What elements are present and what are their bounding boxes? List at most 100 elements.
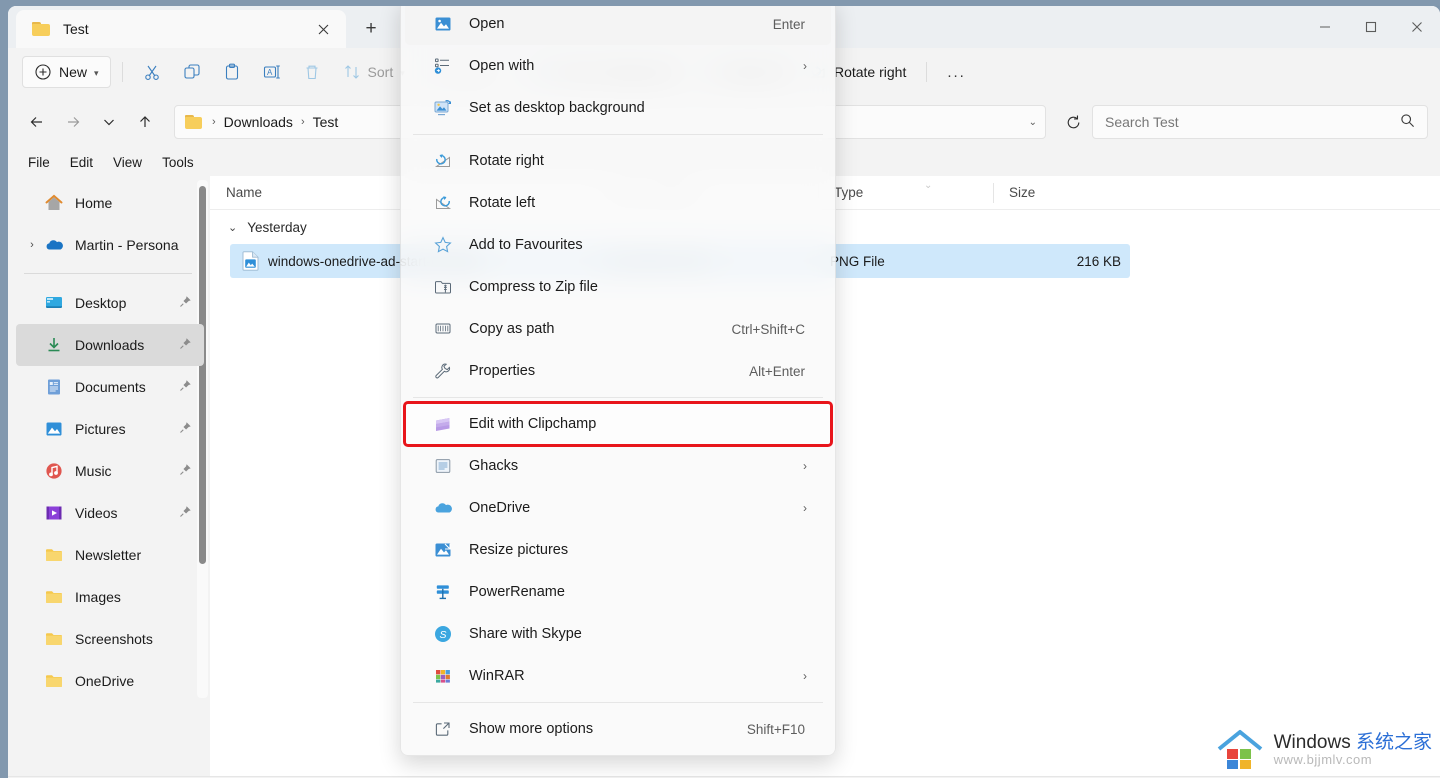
more-options-button[interactable]: ... xyxy=(938,56,975,88)
context-menu-item-winrar[interactable]: WinRAR › xyxy=(405,655,831,697)
sidebar-item-downloads[interactable]: Downloads xyxy=(16,324,204,366)
context-menu-item-edit-with-clipchamp[interactable]: Edit with Clipchamp xyxy=(403,401,833,447)
clipchamp-icon xyxy=(433,414,453,434)
sidebar-item-newsletter[interactable]: Newsletter xyxy=(16,534,204,576)
menu-view[interactable]: View xyxy=(105,153,150,172)
column-header-type[interactable]: Type xyxy=(818,176,993,210)
sidebar-item-home[interactable]: Home xyxy=(16,182,204,224)
new-tab-button[interactable]: + xyxy=(356,15,386,43)
skype-icon: S xyxy=(433,624,453,644)
show-more-icon xyxy=(433,719,453,739)
breadcrumb-downloads[interactable]: Downloads xyxy=(224,114,293,130)
delete-button[interactable] xyxy=(294,56,330,88)
rotate-right-label: Rotate right xyxy=(833,64,907,80)
context-menu-item-add-to-favourites[interactable]: Add to Favourites xyxy=(405,224,831,266)
context-menu-item-compress-to-zip[interactable]: Compress to Zip file xyxy=(405,266,831,308)
sort-indicator-icon: ⌄ xyxy=(924,180,933,191)
context-menu-item-label: Rotate right xyxy=(469,153,544,169)
close-icon[interactable] xyxy=(1394,6,1440,48)
context-menu-item-accelerator: Enter xyxy=(772,16,805,32)
context-menu-item-properties[interactable]: Properties Alt+Enter xyxy=(405,350,831,392)
pin-icon[interactable] xyxy=(179,421,192,437)
sidebar-item-music[interactable]: Music xyxy=(16,450,204,492)
sidebar-item-screenshots[interactable]: Screenshots xyxy=(16,618,204,660)
chevron-right-icon[interactable]: › xyxy=(803,669,807,683)
rename-button[interactable]: A xyxy=(254,56,290,88)
menu-edit[interactable]: Edit xyxy=(62,153,101,172)
context-menu-item-copy-as-path[interactable]: Copy as path Ctrl+Shift+C xyxy=(405,308,831,350)
new-button-label: New xyxy=(59,64,88,80)
context-menu-item-open[interactable]: Open Enter xyxy=(405,6,831,45)
context-menu-separator xyxy=(413,134,823,135)
chevron-right-icon[interactable]: › xyxy=(26,239,38,251)
paste-button[interactable] xyxy=(214,56,250,88)
ghacks-icon xyxy=(433,456,453,476)
chevron-down-icon[interactable]: ⌄ xyxy=(1029,117,1037,128)
sidebar-item-onedrive-personal[interactable]: › Martin - Persona xyxy=(16,224,204,266)
sidebar-item-desktop[interactable]: Desktop xyxy=(16,282,204,324)
sidebar-item-onedrive[interactable]: OneDrive xyxy=(16,660,204,702)
refresh-button[interactable] xyxy=(1056,106,1090,138)
sidebar-item-pictures[interactable]: Pictures xyxy=(16,408,204,450)
context-menu-item-rotate-right[interactable]: Rotate right xyxy=(405,140,831,182)
context-menu-item-powerrename[interactable]: PowerRename xyxy=(405,571,831,613)
menu-tools[interactable]: Tools xyxy=(154,153,202,172)
search-icon[interactable] xyxy=(1400,113,1415,131)
sidebar-item-label: Martin - Persona xyxy=(75,237,179,253)
videos-icon xyxy=(44,503,64,523)
context-menu-item-share-with-skype[interactable]: S Share with Skype xyxy=(405,613,831,655)
png-file-icon xyxy=(242,251,259,271)
up-button[interactable] xyxy=(128,106,162,138)
forward-button[interactable] xyxy=(56,106,90,138)
context-menu-item-set-as-desktop-background[interactable]: Set as desktop background xyxy=(405,87,831,129)
context-menu-item-resize-pictures[interactable]: Resize pictures xyxy=(405,529,831,571)
close-icon[interactable] xyxy=(310,16,336,42)
pin-icon[interactable] xyxy=(179,337,192,353)
sidebar-item-label: Documents xyxy=(75,379,146,395)
context-menu-item-onedrive[interactable]: OneDrive › xyxy=(405,487,831,529)
menu-file[interactable]: File xyxy=(20,153,58,172)
maximize-icon[interactable] xyxy=(1348,6,1394,48)
context-menu-item-label: WinRAR xyxy=(469,668,525,684)
sidebar-item-label: Music xyxy=(75,463,112,479)
file-explorer-window: Test + New ▾ A Sort Rotate right ... › D… xyxy=(8,6,1440,778)
chevron-right-icon[interactable]: › xyxy=(803,501,807,515)
minimize-icon[interactable] xyxy=(1302,6,1348,48)
search-input[interactable]: Search Test xyxy=(1092,105,1428,139)
pin-icon[interactable] xyxy=(179,379,192,395)
sidebar-item-label: Newsletter xyxy=(75,547,142,563)
rename-icon: A xyxy=(263,63,281,81)
context-menu-item-ghacks[interactable]: Ghacks › xyxy=(405,445,831,487)
context-menu-item-label: PowerRename xyxy=(469,584,565,600)
breadcrumb-test[interactable]: Test xyxy=(313,114,339,130)
sidebar-item-documents[interactable]: Documents xyxy=(16,366,204,408)
context-menu-item-show-more-options[interactable]: Show more options Shift+F10 xyxy=(405,708,831,750)
back-button[interactable] xyxy=(20,106,54,138)
chevron-right-icon[interactable]: › xyxy=(803,459,807,473)
sidebar-item-videos[interactable]: Videos xyxy=(16,492,204,534)
new-button[interactable]: New ▾ xyxy=(22,56,111,88)
tab-test[interactable]: Test xyxy=(16,10,346,48)
plus-circle-icon xyxy=(34,63,52,81)
pin-icon[interactable] xyxy=(179,295,192,311)
column-header-size[interactable]: Size xyxy=(993,176,1175,210)
sidebar-item-images[interactable]: Images xyxy=(16,576,204,618)
context-menu-item-open-with[interactable]: Open with › xyxy=(405,45,831,87)
pin-icon[interactable] xyxy=(179,463,192,479)
recent-locations-button[interactable] xyxy=(92,106,126,138)
context-menu-item-label: Resize pictures xyxy=(469,542,569,558)
cut-button[interactable] xyxy=(134,56,170,88)
resize-pictures-icon xyxy=(433,540,453,560)
paste-icon xyxy=(223,63,241,81)
copy-button[interactable] xyxy=(174,56,210,88)
context-menu-item-label: Properties xyxy=(469,363,536,379)
pin-icon[interactable] xyxy=(179,505,192,521)
chevron-down-icon[interactable]: ⌄ xyxy=(228,221,237,234)
context-menu-item-accelerator: Shift+F10 xyxy=(746,721,805,737)
file-type: PNG File xyxy=(830,253,885,269)
context-menu-item-rotate-left[interactable]: Rotate left xyxy=(405,182,831,224)
chevron-right-icon[interactable]: › xyxy=(803,59,807,73)
home-icon xyxy=(44,193,64,213)
watermark: Windows 系统之家 www.bjjmlv.com xyxy=(1216,728,1432,772)
context-menu-item-accelerator: Ctrl+Shift+C xyxy=(731,321,805,337)
